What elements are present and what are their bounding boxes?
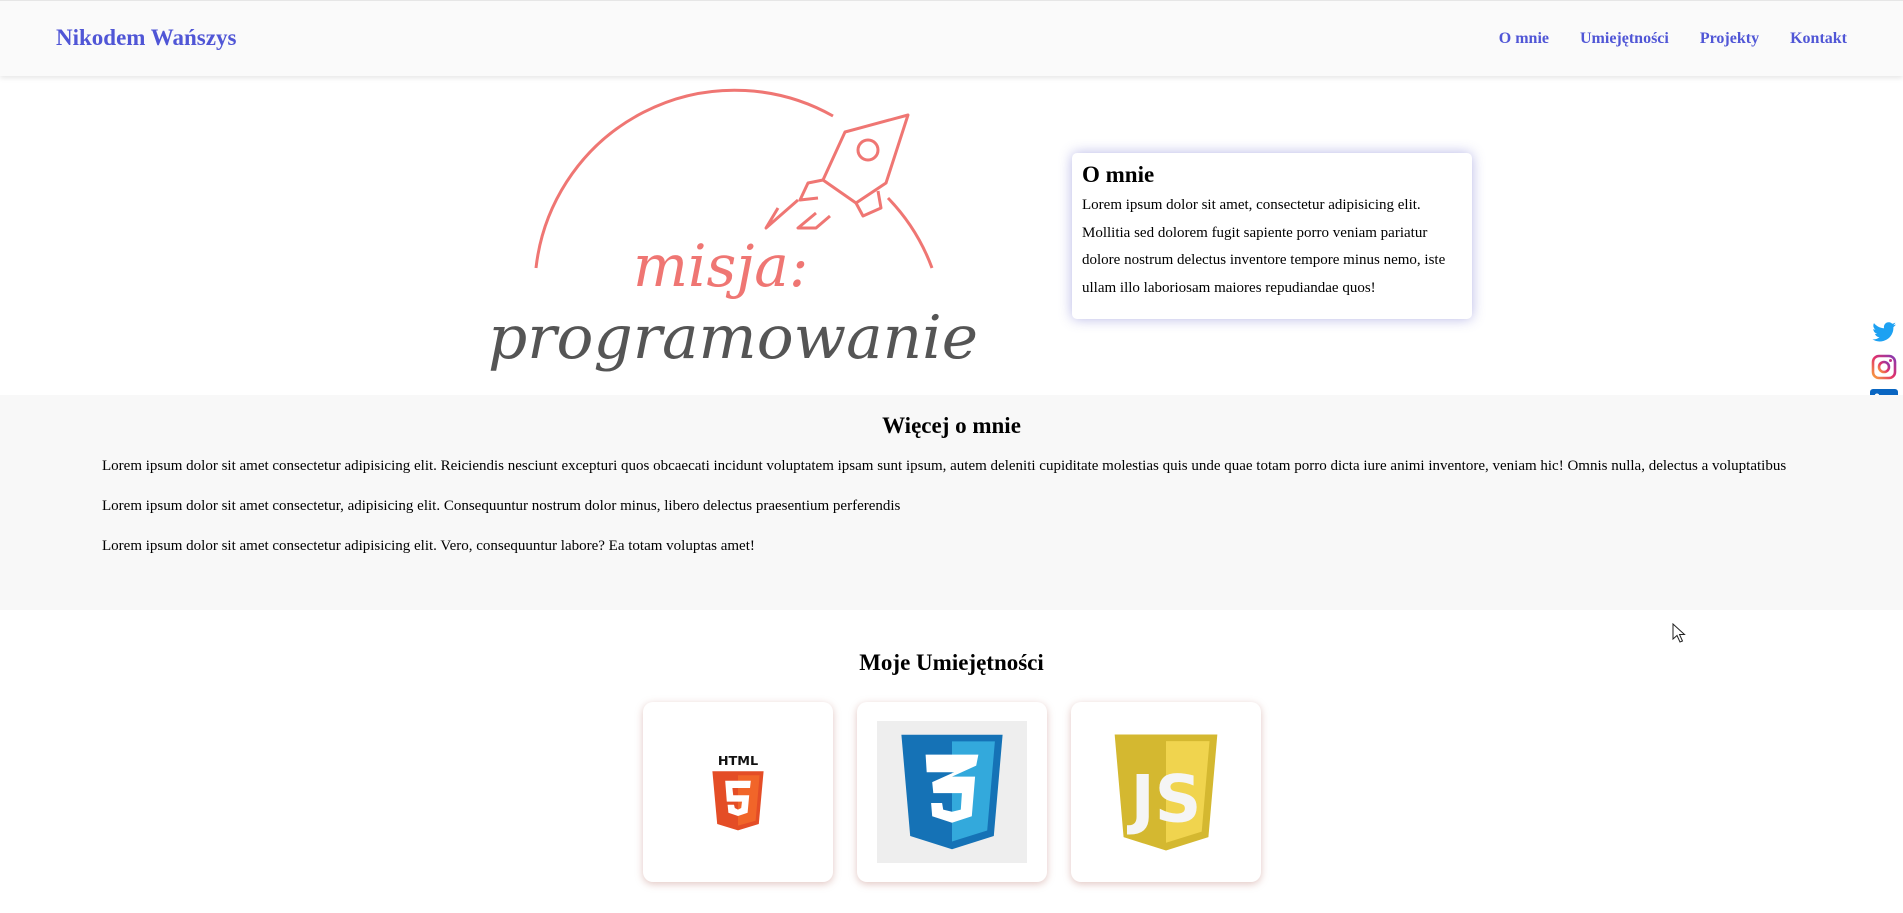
skill-card-js[interactable]: JS <box>1071 702 1261 882</box>
skill-card-css[interactable] <box>857 702 1047 882</box>
about-title: O mnie <box>1082 162 1155 187</box>
svg-text:HTML: HTML <box>718 754 758 769</box>
css3-icon <box>901 734 1003 850</box>
mouse-cursor-icon <box>1672 623 1686 643</box>
nav-link-umiejetnosci[interactable]: Umiejętności <box>1580 30 1669 48</box>
about-card: O mnie Lorem ipsum dolor sit amet, conse… <box>1072 153 1472 319</box>
about-text: Lorem ipsum dolor sit amet, consectetur … <box>1082 197 1446 296</box>
twitter-icon[interactable] <box>1869 316 1899 346</box>
more-about-section: Więcej o mnie Lorem ipsum dolor sit amet… <box>0 395 1903 610</box>
instagram-icon[interactable] <box>1869 352 1899 382</box>
svg-text:JS: JS <box>1127 762 1202 837</box>
javascript-icon: JS <box>1114 733 1218 851</box>
skills-list: HTML JS <box>643 702 1261 882</box>
nav-link-projekty[interactable]: Projekty <box>1700 30 1759 48</box>
more-about-title: Więcej o mnie <box>882 413 1021 438</box>
misja-programowanie-logo: misja: programowanie <box>488 88 978 373</box>
more-about-paragraph: Lorem ipsum dolor sit amet consectetur a… <box>102 458 1787 474</box>
skills-title: Moje Umiejętności <box>859 650 1044 675</box>
hero-logo: misja: programowanie <box>478 88 988 388</box>
nav-link-o-mnie[interactable]: O mnie <box>1499 30 1549 48</box>
html5-icon: HTML <box>712 754 764 831</box>
nav-link-kontakt[interactable]: Kontakt <box>1790 30 1847 48</box>
navbar: Nikodem Wańszys O mnie Umiejętności Proj… <box>0 0 1903 76</box>
skill-card-html[interactable]: HTML <box>643 702 833 882</box>
rocket-icon <box>764 113 910 230</box>
brand-name[interactable]: Nikodem Wańszys <box>56 25 236 51</box>
more-about-paragraph: Lorem ipsum dolor sit amet consectetur, … <box>102 498 901 514</box>
nav-links: O mnie Umiejętności Projekty Kontakt <box>1499 30 1847 48</box>
logo-line-2: programowanie <box>488 303 978 373</box>
logo-line-1: misja: <box>633 232 808 300</box>
more-about-paragraph: Lorem ipsum dolor sit amet consectetur a… <box>102 538 755 554</box>
css3-icon-background <box>877 721 1027 863</box>
